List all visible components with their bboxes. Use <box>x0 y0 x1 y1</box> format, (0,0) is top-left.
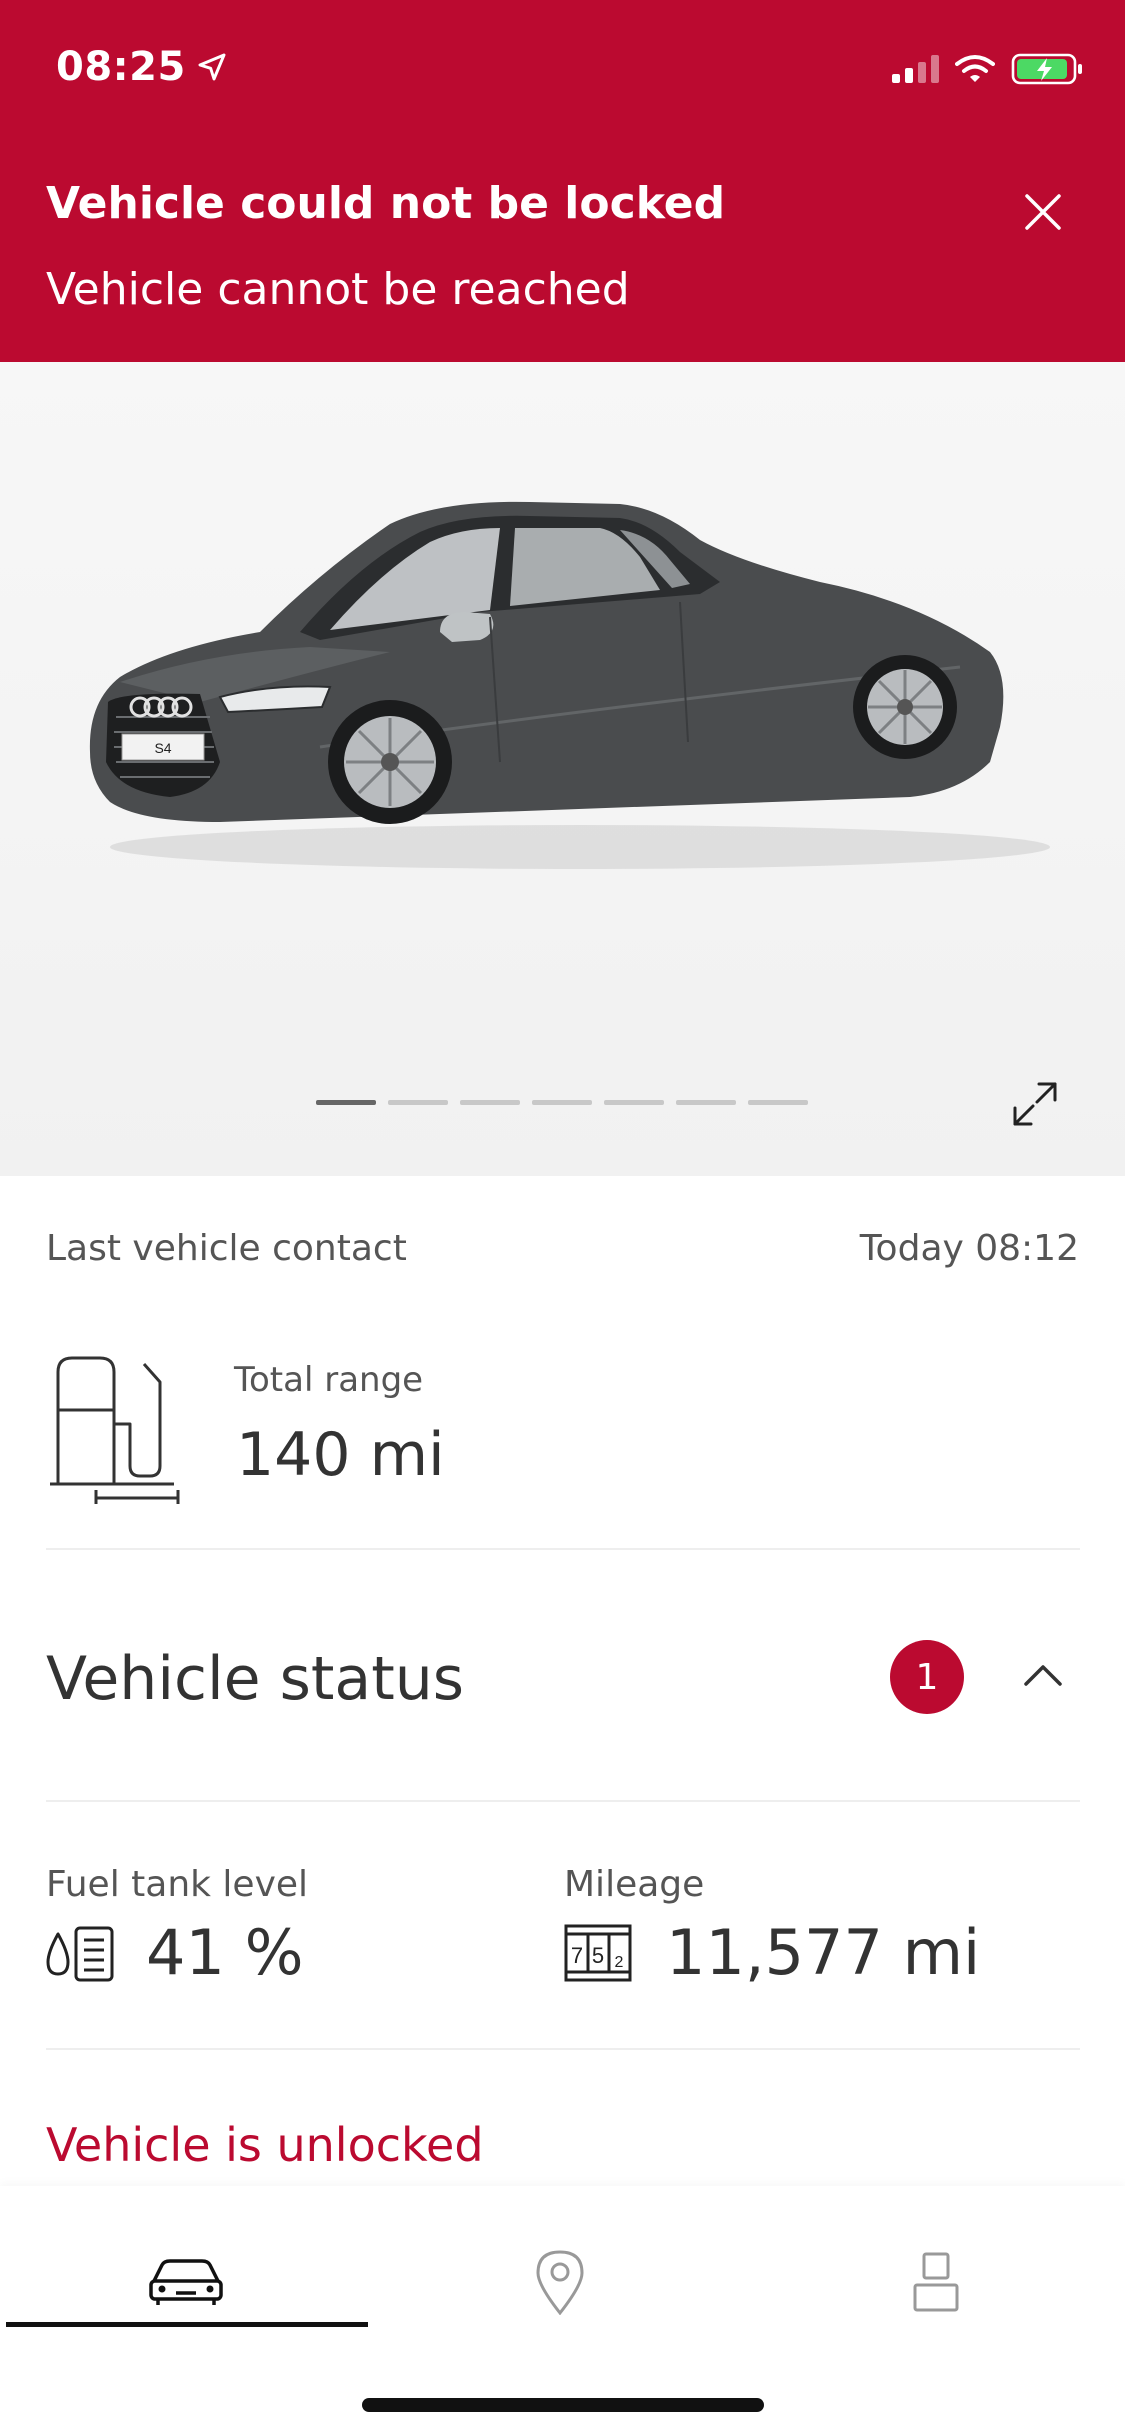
alert-message: Vehicle cannot be reached <box>46 264 630 315</box>
range-label: Total range <box>234 1360 424 1400</box>
status-time: 08:25 <box>56 44 228 90</box>
gallery-dot[interactable] <box>748 1100 808 1105</box>
gallery-dot[interactable] <box>604 1100 664 1105</box>
fuel-tank-icon <box>46 1926 114 1982</box>
fuel-level-value: 41 % <box>146 1916 304 1989</box>
car-icon <box>149 2259 223 2305</box>
car-image: S4 <box>89 501 1050 869</box>
status-time-text: 08:25 <box>56 44 186 90</box>
range-value: 140 mi <box>236 1420 445 1490</box>
expand-icon[interactable] <box>1009 1078 1061 1130</box>
status-badge: 1 <box>890 1640 964 1714</box>
gallery-dot[interactable] <box>532 1100 592 1105</box>
divider <box>46 2048 1080 2050</box>
active-tab-indicator <box>6 2322 368 2327</box>
nav-map[interactable] <box>520 2242 600 2322</box>
nav-profile[interactable] <box>896 2242 976 2322</box>
fuel-level-label: Fuel tank level <box>46 1864 309 1905</box>
status-icons <box>892 52 1085 86</box>
alert-title: Vehicle could not be locked <box>46 178 726 229</box>
cellular-signal-icon <box>892 55 939 83</box>
location-pin-icon <box>536 2250 584 2315</box>
gallery-dot[interactable] <box>316 1100 376 1105</box>
gallery-dot[interactable] <box>676 1100 736 1105</box>
chevron-up-icon[interactable] <box>1020 1654 1066 1700</box>
svg-text:7: 7 <box>571 1943 583 1968</box>
divider <box>46 1800 1080 1802</box>
divider <box>46 1548 1080 1550</box>
mileage-label: Mileage <box>564 1864 705 1905</box>
home-indicator <box>362 2398 764 2412</box>
battery-charging-icon <box>1011 53 1082 85</box>
gallery-dot[interactable] <box>388 1100 448 1105</box>
gallery-pagination[interactable] <box>316 1100 808 1105</box>
profile-icon <box>913 2252 959 2312</box>
last-contact-label: Last vehicle contact <box>46 1228 407 1269</box>
plate-text: S4 <box>154 740 171 756</box>
vehicle-image-gallery[interactable]: S4 <box>0 362 1125 1176</box>
svg-text:2: 2 <box>615 1954 624 1971</box>
unlocked-alert[interactable]: Vehicle is unlocked <box>46 2118 484 2172</box>
nav-vehicle[interactable] <box>146 2242 226 2322</box>
header: 08:25 Vehicle could not be locked Vehicl… <box>0 0 1125 362</box>
vehicle-status-title[interactable]: Vehicle status <box>46 1644 464 1714</box>
mileage-value: 11,577 mi <box>666 1916 981 1989</box>
location-arrow-icon <box>198 53 226 81</box>
wifi-icon <box>955 55 995 82</box>
close-icon[interactable] <box>1019 188 1067 236</box>
fuel-pump-icon <box>50 1356 180 1504</box>
bottom-nav <box>0 2186 1125 2436</box>
last-contact-time: Today 08:12 <box>859 1228 1079 1269</box>
odometer-icon: 7 5 2 <box>564 1924 632 1982</box>
gallery-dot[interactable] <box>460 1100 520 1105</box>
svg-text:5: 5 <box>592 1943 604 1968</box>
